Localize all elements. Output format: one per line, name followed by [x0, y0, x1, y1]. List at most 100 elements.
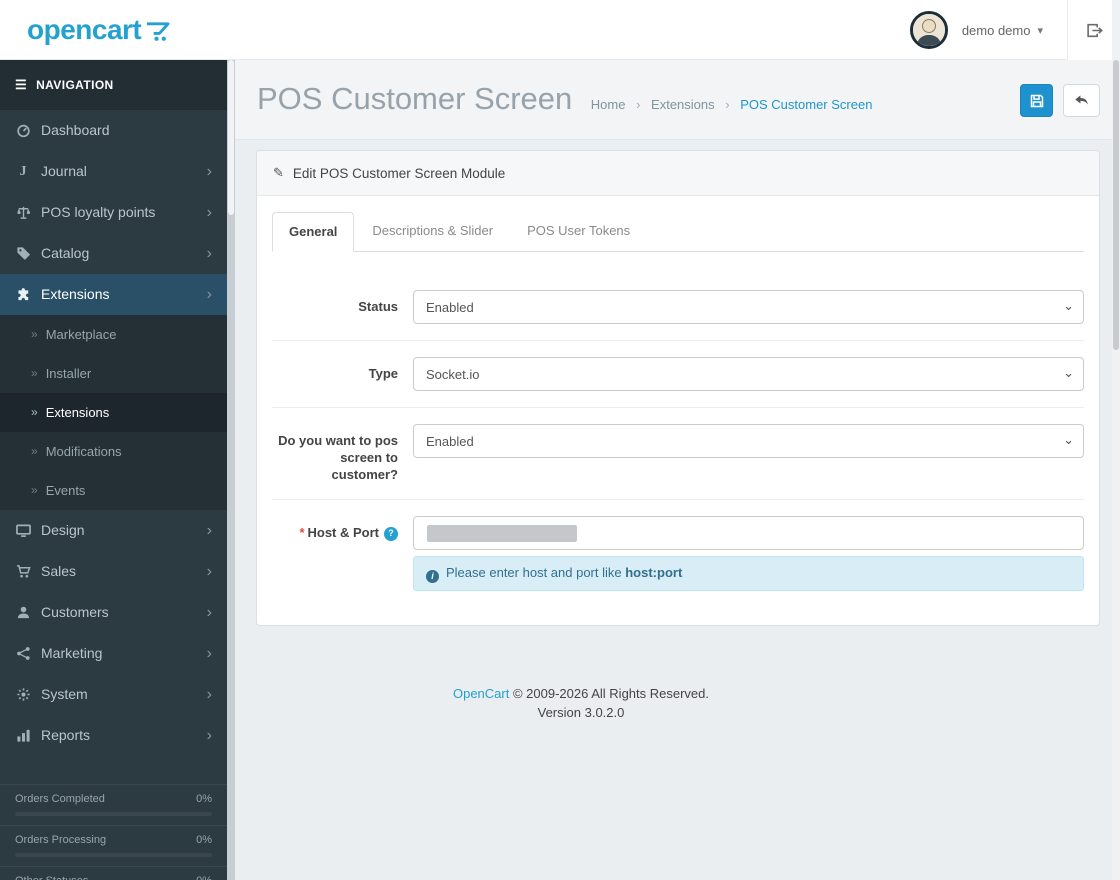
sales-icon: [15, 564, 31, 580]
opencart-logo[interactable]: opencart: [0, 0, 235, 60]
extensions-submenu: » Marketplace » Installer » Extensions »…: [0, 315, 227, 510]
breadcrumb-separator: ›: [725, 97, 730, 112]
menu-label: System: [41, 686, 88, 702]
sidebar-subitem-events[interactable]: » Events: [0, 471, 227, 510]
status-select[interactable]: Enabled: [413, 290, 1084, 324]
navigation-label: NAVIGATION: [36, 78, 114, 92]
host-port-label-text: Host & Port: [307, 525, 380, 540]
sidebar-scrollbar[interactable]: [227, 60, 235, 880]
sidebar-item-sales[interactable]: Sales ›: [0, 551, 227, 592]
menu-label: Sales: [41, 563, 77, 579]
customers-icon: [15, 605, 31, 621]
caret-down-icon: ▾: [1037, 24, 1043, 37]
menu-label: Extensions: [41, 286, 110, 302]
back-button[interactable]: [1063, 84, 1100, 117]
tab-general[interactable]: General: [272, 212, 355, 252]
status-label: Status: [358, 299, 398, 314]
host-port-help-alert: i Please enter host and port like host:po…: [413, 556, 1084, 591]
type-label: Type: [368, 366, 398, 381]
chevron-right-icon: ›: [206, 726, 212, 744]
edit-module-panel: ✎ Edit POS Customer Screen Module Genera…: [256, 150, 1100, 626]
system-icon: [15, 687, 31, 703]
host-port-format: host:port: [625, 565, 683, 580]
breadcrumb-home[interactable]: Home: [591, 97, 626, 112]
sidebar-item-customers[interactable]: Customers ›: [0, 592, 227, 633]
save-button[interactable]: [1020, 84, 1053, 117]
sidebar-scrollbar-thumb[interactable]: [228, 60, 234, 215]
catalog-icon: [15, 246, 31, 262]
app-root: opencart demo demo ▾ ☰ NAVIGATION Dashbo…: [0, 0, 1120, 880]
info-icon: i: [426, 570, 439, 583]
module-settings-form: Status Enabled ⌄ Type Socket.io ⌄ Do you…: [272, 274, 1084, 595]
sidebar-subitem-modifications[interactable]: » Modifications: [0, 432, 227, 471]
sidebar-item-pos-loyalty-points[interactable]: POS loyalty points ›: [0, 192, 227, 233]
reports-icon: [15, 728, 31, 744]
host-port-label: * Host & Port?: [272, 516, 398, 591]
pos-screen-label: Do you want to pos screen to customer?: [278, 433, 398, 482]
stat-label: Orders Processing: [15, 834, 107, 846]
host-port-help-text: Please enter host and port like: [446, 565, 626, 580]
menu-label: Dashboard: [41, 122, 110, 138]
breadcrumb-current[interactable]: POS Customer Screen: [740, 97, 872, 112]
version-text: Version 3.0.2.0: [537, 705, 625, 720]
sidebar-item-design[interactable]: Design ›: [0, 510, 227, 551]
menu-label: Marketing: [41, 645, 103, 661]
extensions-icon: [15, 287, 31, 303]
sidebar-item-journal[interactable]: J Journal ›: [0, 151, 227, 192]
stat-value: 0%: [196, 875, 212, 880]
marketing-icon: [15, 646, 31, 662]
stat-label: Orders Completed: [15, 793, 105, 805]
sidebar-subitem-extensions[interactable]: » Extensions: [0, 393, 227, 432]
sidebar-item-dashboard[interactable]: Dashboard: [0, 110, 227, 151]
opencart-footer-link[interactable]: OpenCart: [453, 686, 509, 701]
sidebar-item-extensions[interactable]: Extensions ›: [0, 274, 227, 315]
header-right: demo demo ▾: [896, 0, 1120, 60]
status-form-group: Status Enabled ⌄: [272, 274, 1084, 341]
chevron-right-icon: ›: [206, 162, 212, 180]
menu-label: Journal: [41, 163, 87, 179]
panel-title: Edit POS Customer Screen Module: [292, 165, 506, 181]
breadcrumb-extensions[interactable]: Extensions: [651, 97, 715, 112]
avatar: [909, 11, 948, 49]
sidebar-item-catalog[interactable]: Catalog ›: [0, 233, 227, 274]
page-scrollbar[interactable]: [1112, 0, 1120, 880]
stat-orders-completed: Orders Completed 0%: [0, 785, 227, 826]
type-select[interactable]: Socket.io: [413, 357, 1084, 391]
page-actions: [1020, 84, 1100, 117]
design-icon: [15, 523, 31, 539]
pencil-icon: ✎: [273, 165, 284, 180]
chevron-right-icon: ›: [206, 685, 212, 703]
opencart-cart-icon: [147, 22, 170, 41]
menu-label: Customers: [41, 604, 109, 620]
sidebar-item-marketing[interactable]: Marketing ›: [0, 633, 227, 674]
sidebar-subitem-installer[interactable]: » Installer: [0, 354, 227, 393]
save-icon: [1030, 94, 1043, 107]
stat-orders-processing: Orders Processing 0%: [0, 826, 227, 867]
main-content: POS Customer Screen Home › Extensions › …: [235, 60, 1120, 880]
copyright-text: © 2009-2026 All Rights Reserved.: [512, 686, 710, 701]
sidebar-item-reports[interactable]: Reports ›: [0, 715, 227, 756]
journal-icon: J: [19, 164, 27, 179]
host-port-form-group: * Host & Port? i Please enter host and por…: [272, 500, 1084, 595]
tab-descriptions-slider[interactable]: Descriptions & Slider: [356, 212, 509, 252]
stat-value: 0%: [196, 793, 212, 805]
help-icon[interactable]: ?: [384, 526, 398, 541]
menu-label: Design: [41, 522, 85, 538]
pos-screen-select[interactable]: Enabled: [413, 424, 1084, 458]
submenu-label: Installer: [45, 366, 92, 381]
dashboard-icon: [15, 123, 31, 139]
host-port-input[interactable]: [413, 516, 1084, 550]
pos-screen-form-group: Do you want to pos screen to customer? E…: [272, 408, 1084, 500]
sidebar-subitem-marketplace[interactable]: » Marketplace: [0, 315, 227, 354]
submenu-arrow-icon: »: [31, 366, 38, 380]
page-scrollbar-thumb[interactable]: [1113, 60, 1119, 350]
back-icon: [1075, 95, 1088, 105]
chevron-right-icon: ›: [206, 203, 212, 221]
user-menu[interactable]: demo demo ▾: [896, 0, 1067, 60]
tab-pos-user-tokens[interactable]: POS User Tokens: [511, 212, 646, 252]
sidebar-navigation-header: ☰ NAVIGATION: [0, 60, 227, 110]
submenu-arrow-icon: »: [31, 483, 38, 497]
logout-icon: [1086, 23, 1103, 37]
sidebar-item-system[interactable]: System ›: [0, 674, 227, 715]
submenu-label: Extensions: [45, 405, 110, 420]
